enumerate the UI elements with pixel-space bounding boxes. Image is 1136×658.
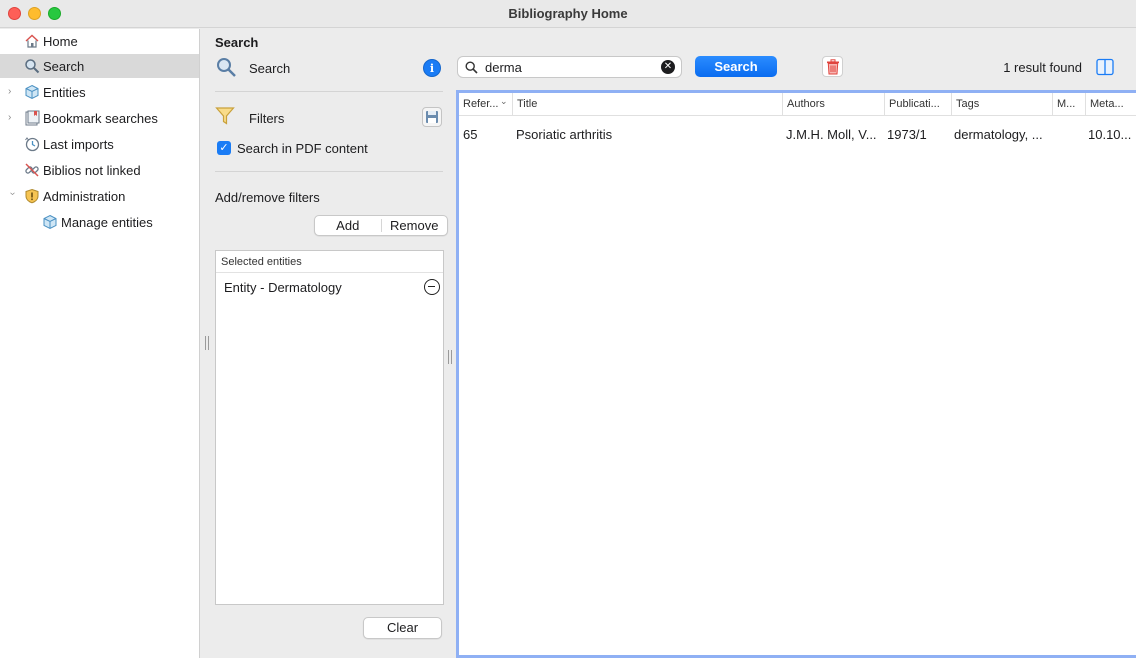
toggle-panel-button[interactable] (1095, 57, 1115, 77)
sidebar-item-biblios-not-linked[interactable]: Biblios not linked (0, 158, 199, 182)
result-count: 1 result found (1003, 60, 1082, 75)
add-remove-segmented-control: Add Remove (314, 215, 448, 236)
filter-icon (215, 107, 235, 125)
column-label: Authors (787, 98, 825, 110)
remove-button[interactable]: Remove (382, 216, 448, 235)
column-label: M... (1057, 98, 1076, 110)
table-cell-authors: J.M.H. Moll, V... (786, 127, 877, 142)
filters-label: Filters (249, 111, 285, 126)
divider (215, 91, 443, 92)
search-icon (217, 58, 236, 77)
section-title: Search (215, 35, 259, 50)
column-label: Title (517, 98, 538, 110)
search-button[interactable]: Search (695, 56, 777, 77)
sort-chevron-icon[interactable]: ⌄ (500, 96, 508, 107)
chevron-down-icon[interactable]: › (7, 192, 18, 200)
chevron-right-icon[interactable]: › (8, 113, 16, 123)
list-item[interactable]: Entity - Dermatology (216, 276, 443, 300)
sidebar-item-label: Administration (43, 188, 126, 204)
sidebar-item-bookmark-searches[interactable]: › Bookmark searches (0, 106, 199, 130)
search-input[interactable]: ✕ (457, 56, 682, 78)
table-cell-reference: 65 (463, 127, 478, 142)
sidebar-item-manage-entities[interactable]: Manage entities (0, 210, 199, 234)
filter-panel: Search Search i Filters ✓ Search in PDF … (199, 29, 454, 658)
table-cell-publication: 1973/1 (887, 127, 927, 142)
shield-icon (25, 188, 39, 204)
sidebar: Home Search › Entities › Bookmark search… (0, 29, 199, 658)
window-title: Bibliography Home (508, 6, 628, 21)
home-icon (25, 34, 39, 48)
table-cell-title: Psoriatic arthritis (516, 127, 613, 142)
add-remove-label: Add/remove filters (215, 190, 320, 205)
table-cell-metadata: 10.10... (1088, 127, 1132, 142)
search-text-field[interactable] (485, 59, 655, 75)
sidebar-item-administration[interactable]: › Administration (0, 184, 199, 208)
splitter-handle[interactable] (205, 336, 209, 350)
divider (215, 171, 443, 172)
sidebar-item-label: Entities (43, 84, 86, 100)
column-header-authors[interactable]: Authors (783, 93, 885, 116)
column-header-m[interactable]: M... (1053, 93, 1086, 116)
column-label: Publicati... (889, 98, 940, 110)
cube-icon (43, 214, 57, 230)
search-label: Search (249, 61, 291, 76)
table-cell-tags: dermatology, ... (954, 127, 1043, 142)
list-header: Selected entities (216, 251, 443, 273)
selected-entities-list: Selected entities Entity - Dermatology (215, 250, 444, 605)
bookmark-icon (25, 110, 40, 126)
entity-label: Entity - Dermatology (224, 280, 342, 295)
search-icon (465, 61, 478, 74)
delete-button[interactable] (822, 56, 843, 77)
remove-circle-icon[interactable] (424, 279, 440, 295)
column-header-tags[interactable]: Tags (952, 93, 1053, 116)
column-header-publication[interactable]: Publicati... (885, 93, 952, 116)
sidebar-item-last-imports[interactable]: Last imports (0, 132, 199, 156)
sidebar-item-entities[interactable]: › Entities (0, 80, 199, 104)
sidebar-item-label: Last imports (43, 136, 114, 152)
column-header-title[interactable]: Title (513, 93, 783, 116)
trash-icon (827, 59, 839, 75)
table-header: Refer... ⌄ Title Authors Publicati... Ta… (459, 93, 1136, 116)
column-label: Tags (956, 98, 980, 110)
results-table: Refer... ⌄ Title Authors Publicati... Ta… (456, 90, 1136, 658)
sidebar-item-label: Search (43, 58, 85, 74)
splitter-handle[interactable] (448, 350, 452, 364)
add-button[interactable]: Add (315, 216, 381, 235)
save-filters-button[interactable] (422, 107, 442, 127)
chevron-right-icon[interactable]: › (8, 87, 16, 97)
sidebar-item-search[interactable]: Search (0, 54, 199, 78)
info-button[interactable]: i (423, 59, 441, 77)
sidebar-toggle-icon (1096, 58, 1114, 76)
clear-search-icon[interactable]: ✕ (661, 60, 675, 74)
sidebar-item-home[interactable]: Home (0, 29, 199, 53)
search-icon (25, 59, 40, 74)
clear-button[interactable]: Clear (363, 617, 442, 639)
sidebar-item-label: Home (43, 33, 78, 49)
clock-icon (25, 137, 40, 152)
column-label: Refer... (463, 98, 499, 110)
title-bar: Bibliography Home (0, 0, 1136, 28)
pdf-content-label: Search in PDF content (237, 141, 368, 156)
sidebar-item-label: Biblios not linked (43, 162, 141, 178)
sidebar-item-label: Manage entities (61, 214, 153, 230)
cube-icon (25, 84, 39, 100)
pdf-content-checkbox[interactable]: ✓ (217, 141, 231, 155)
column-label: Meta... (1090, 98, 1124, 110)
unlink-icon (25, 163, 39, 177)
column-header-metadata[interactable]: Meta... (1086, 93, 1136, 116)
sidebar-item-label: Bookmark searches (43, 110, 158, 126)
save-icon (426, 111, 438, 123)
